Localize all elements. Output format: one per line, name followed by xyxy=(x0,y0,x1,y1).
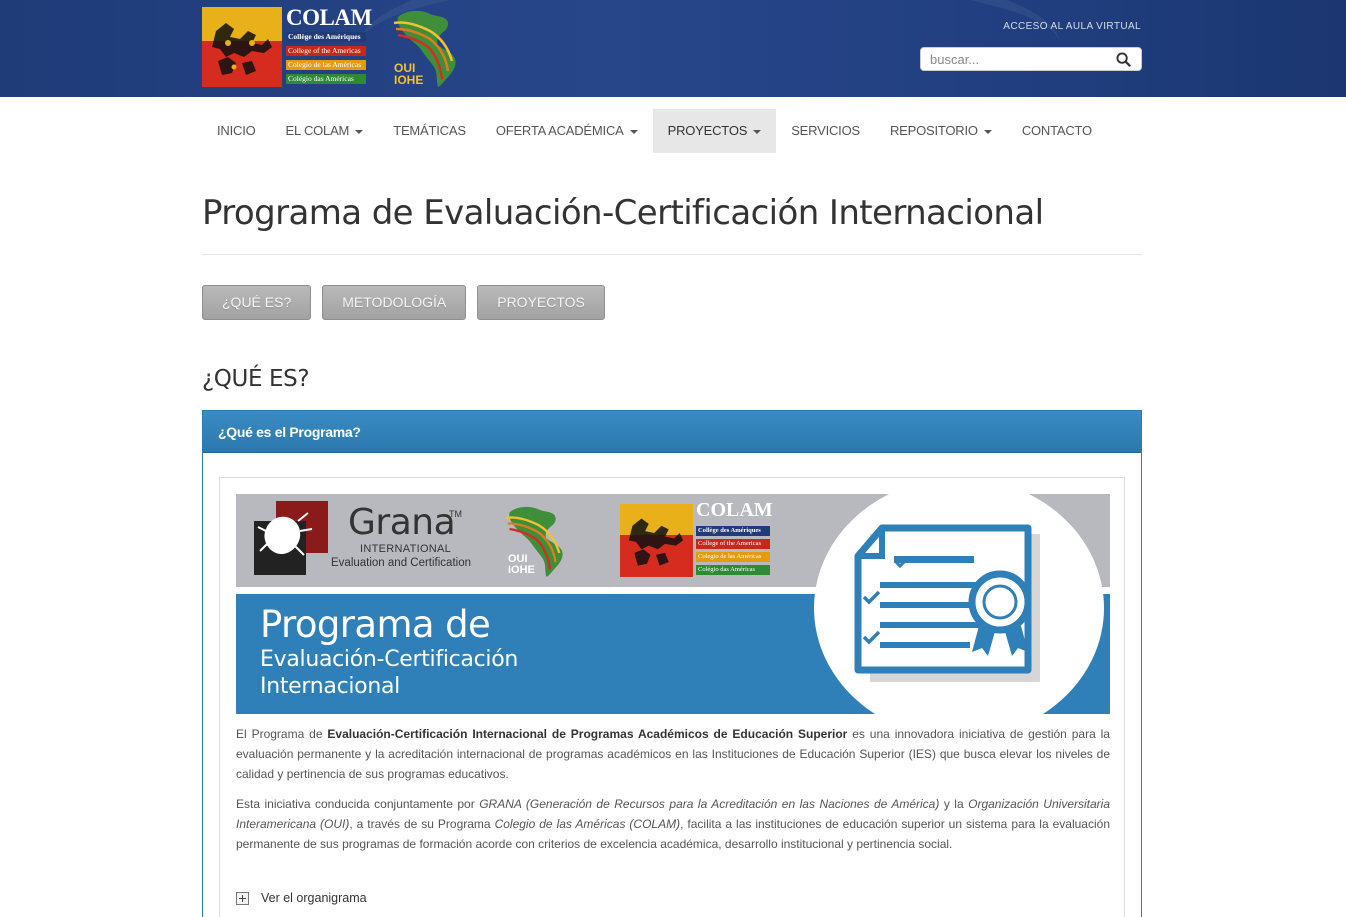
nav-item-tematicas[interactable]: TEMÁTICAS xyxy=(378,109,481,153)
paragraph-italic-text: Colegio de las Américas (COLAM) xyxy=(494,817,681,831)
banner-title-line-2: Evaluación-Certificación xyxy=(260,647,519,672)
banner-colam-name: COLAM xyxy=(696,499,773,521)
banner-colam-line-4: Colégio das Américas xyxy=(696,565,770,575)
site-header: COLAM Collège des Amériques College of t… xyxy=(0,0,1346,97)
nav-item-label: OFERTA ACADÉMICA xyxy=(495,123,624,138)
search-icon[interactable] xyxy=(1116,52,1131,67)
nav-item-proyectos[interactable]: PROYECTOS xyxy=(652,109,777,153)
search-box xyxy=(920,47,1142,71)
info-panel: ¿Qué es el Programa? Grana TM INTERNATIO… xyxy=(202,410,1142,917)
tab-button-metodologia[interactable]: METODOLOGÍA xyxy=(322,285,467,320)
section-tab-buttons: ¿QUÉ ES? METODOLOGÍA PROYECTOS xyxy=(202,285,605,320)
caret-down-icon xyxy=(355,129,364,134)
banner-oui-text: OUI IOHE xyxy=(508,554,535,576)
oui-logo-line-2: IOHE xyxy=(394,73,424,87)
nav-item-label: PROYECTOS xyxy=(667,123,748,138)
tab-button-que-es[interactable]: ¿QUÉ ES? xyxy=(202,285,312,320)
program-banner: Grana TM INTERNATIONAL Evaluation and Ce… xyxy=(236,494,1110,714)
colam-emblem-icon xyxy=(202,7,282,87)
oui-logo-text: OUI IOHE xyxy=(394,62,423,86)
tab-button-proyectos[interactable]: PROYECTOS xyxy=(477,285,605,320)
program-description: El Programa de Evaluación-Certificación … xyxy=(236,724,1110,864)
nav-item-label: SERVICIOS xyxy=(791,123,860,138)
banner-colam-line-1: Collège des Amériques xyxy=(696,526,770,536)
nav-item-label: INICIO xyxy=(217,123,256,138)
nav-item-servicios[interactable]: SERVICIOS xyxy=(776,109,875,153)
banner-colam-line-2: College of the Americas xyxy=(696,539,770,549)
grana-logo-tm: TM xyxy=(449,509,462,519)
title-divider xyxy=(202,254,1142,255)
description-paragraph-1: El Programa de Evaluación-Certificación … xyxy=(236,724,1110,784)
banner-colam-logo: COLAM Collège des Amériques College of t… xyxy=(620,499,773,578)
paragraph-bold-text: Evaluación-Certificación Internacional d… xyxy=(327,727,848,741)
description-paragraph-2: Esta iniciativa conducida conjuntamente … xyxy=(236,794,1110,854)
banner-title-line-1: Programa de xyxy=(260,603,491,646)
section-heading: ¿QUÉ ES? xyxy=(202,366,310,392)
search-input[interactable] xyxy=(930,51,1110,67)
colam-logo-name: COLAM xyxy=(286,5,372,30)
grana-logo-icon xyxy=(254,501,328,575)
grana-logo-eval: Evaluation and Certification xyxy=(331,557,471,569)
caret-down-icon xyxy=(629,129,638,134)
paragraph-text: , a través de su Programa xyxy=(349,817,495,831)
banner-oui-line-2: IOHE xyxy=(508,564,535,576)
main-nav: INICIO EL COLAM TEMÁTICAS OFERTA ACADÉMI… xyxy=(202,109,1107,153)
grana-logo-international: INTERNATIONAL xyxy=(360,543,452,555)
paragraph-text: y la xyxy=(939,797,969,811)
banner-oui-logo: OUI IOHE xyxy=(504,502,574,580)
nav-item-inicio[interactable]: INICIO xyxy=(202,109,271,153)
banner-title-line-3: Internacional xyxy=(260,674,400,699)
certificate-icon xyxy=(854,524,1040,682)
colam-emblem-icon xyxy=(620,504,693,577)
paragraph-text: El Programa de xyxy=(236,727,328,741)
nav-item-el-colam[interactable]: EL COLAM xyxy=(271,109,379,153)
paragraph-italic-text: GRANA (Generación de Recursos para la Ac… xyxy=(479,797,940,811)
paragraph-text: Esta iniciativa conducida conjuntamente … xyxy=(236,797,480,811)
organigrama-label: Ver el organigrama xyxy=(261,891,367,905)
nav-item-contacto[interactable]: CONTACTO xyxy=(1007,109,1107,153)
aula-virtual-link[interactable]: ACCESO AL AULA VIRTUAL xyxy=(1003,21,1141,32)
ver-organigrama-toggle[interactable]: Ver el organigrama xyxy=(236,890,367,906)
nav-item-oferta-academica[interactable]: OFERTA ACADÉMICA xyxy=(481,109,653,153)
caret-down-icon xyxy=(983,129,992,134)
panel-body: Grana TM INTERNATIONAL Evaluation and Ce… xyxy=(219,477,1125,917)
colam-logo-line-2: College of the Americas xyxy=(286,46,366,56)
grana-logo-word: Grana xyxy=(348,502,456,543)
caret-down-icon xyxy=(753,129,762,134)
colam-logo[interactable]: COLAM Collège des Amériques College of t… xyxy=(202,5,372,87)
page-title: Programa de Evaluación-Certificación Int… xyxy=(202,193,1044,233)
expand-plus-icon[interactable] xyxy=(236,891,249,905)
nav-item-label: TEMÁTICAS xyxy=(393,123,466,138)
nav-item-repositorio[interactable]: REPOSITORIO xyxy=(875,109,1007,153)
colam-logo-line-1: Collège des Amériques xyxy=(286,32,366,42)
oui-logo[interactable]: OUI IOHE xyxy=(392,7,468,89)
panel-heading: ¿Qué es el Programa? xyxy=(203,411,1141,453)
nav-item-label: REPOSITORIO xyxy=(889,123,978,138)
nav-item-label: CONTACTO xyxy=(1021,123,1092,138)
colam-logo-line-3: Colegio de las Américas xyxy=(286,60,366,70)
colam-logo-line-4: Colégio das Américas xyxy=(286,74,366,84)
banner-colam-line-3: Colegio de las Américas xyxy=(696,552,770,562)
nav-item-label: EL COLAM xyxy=(285,123,350,138)
